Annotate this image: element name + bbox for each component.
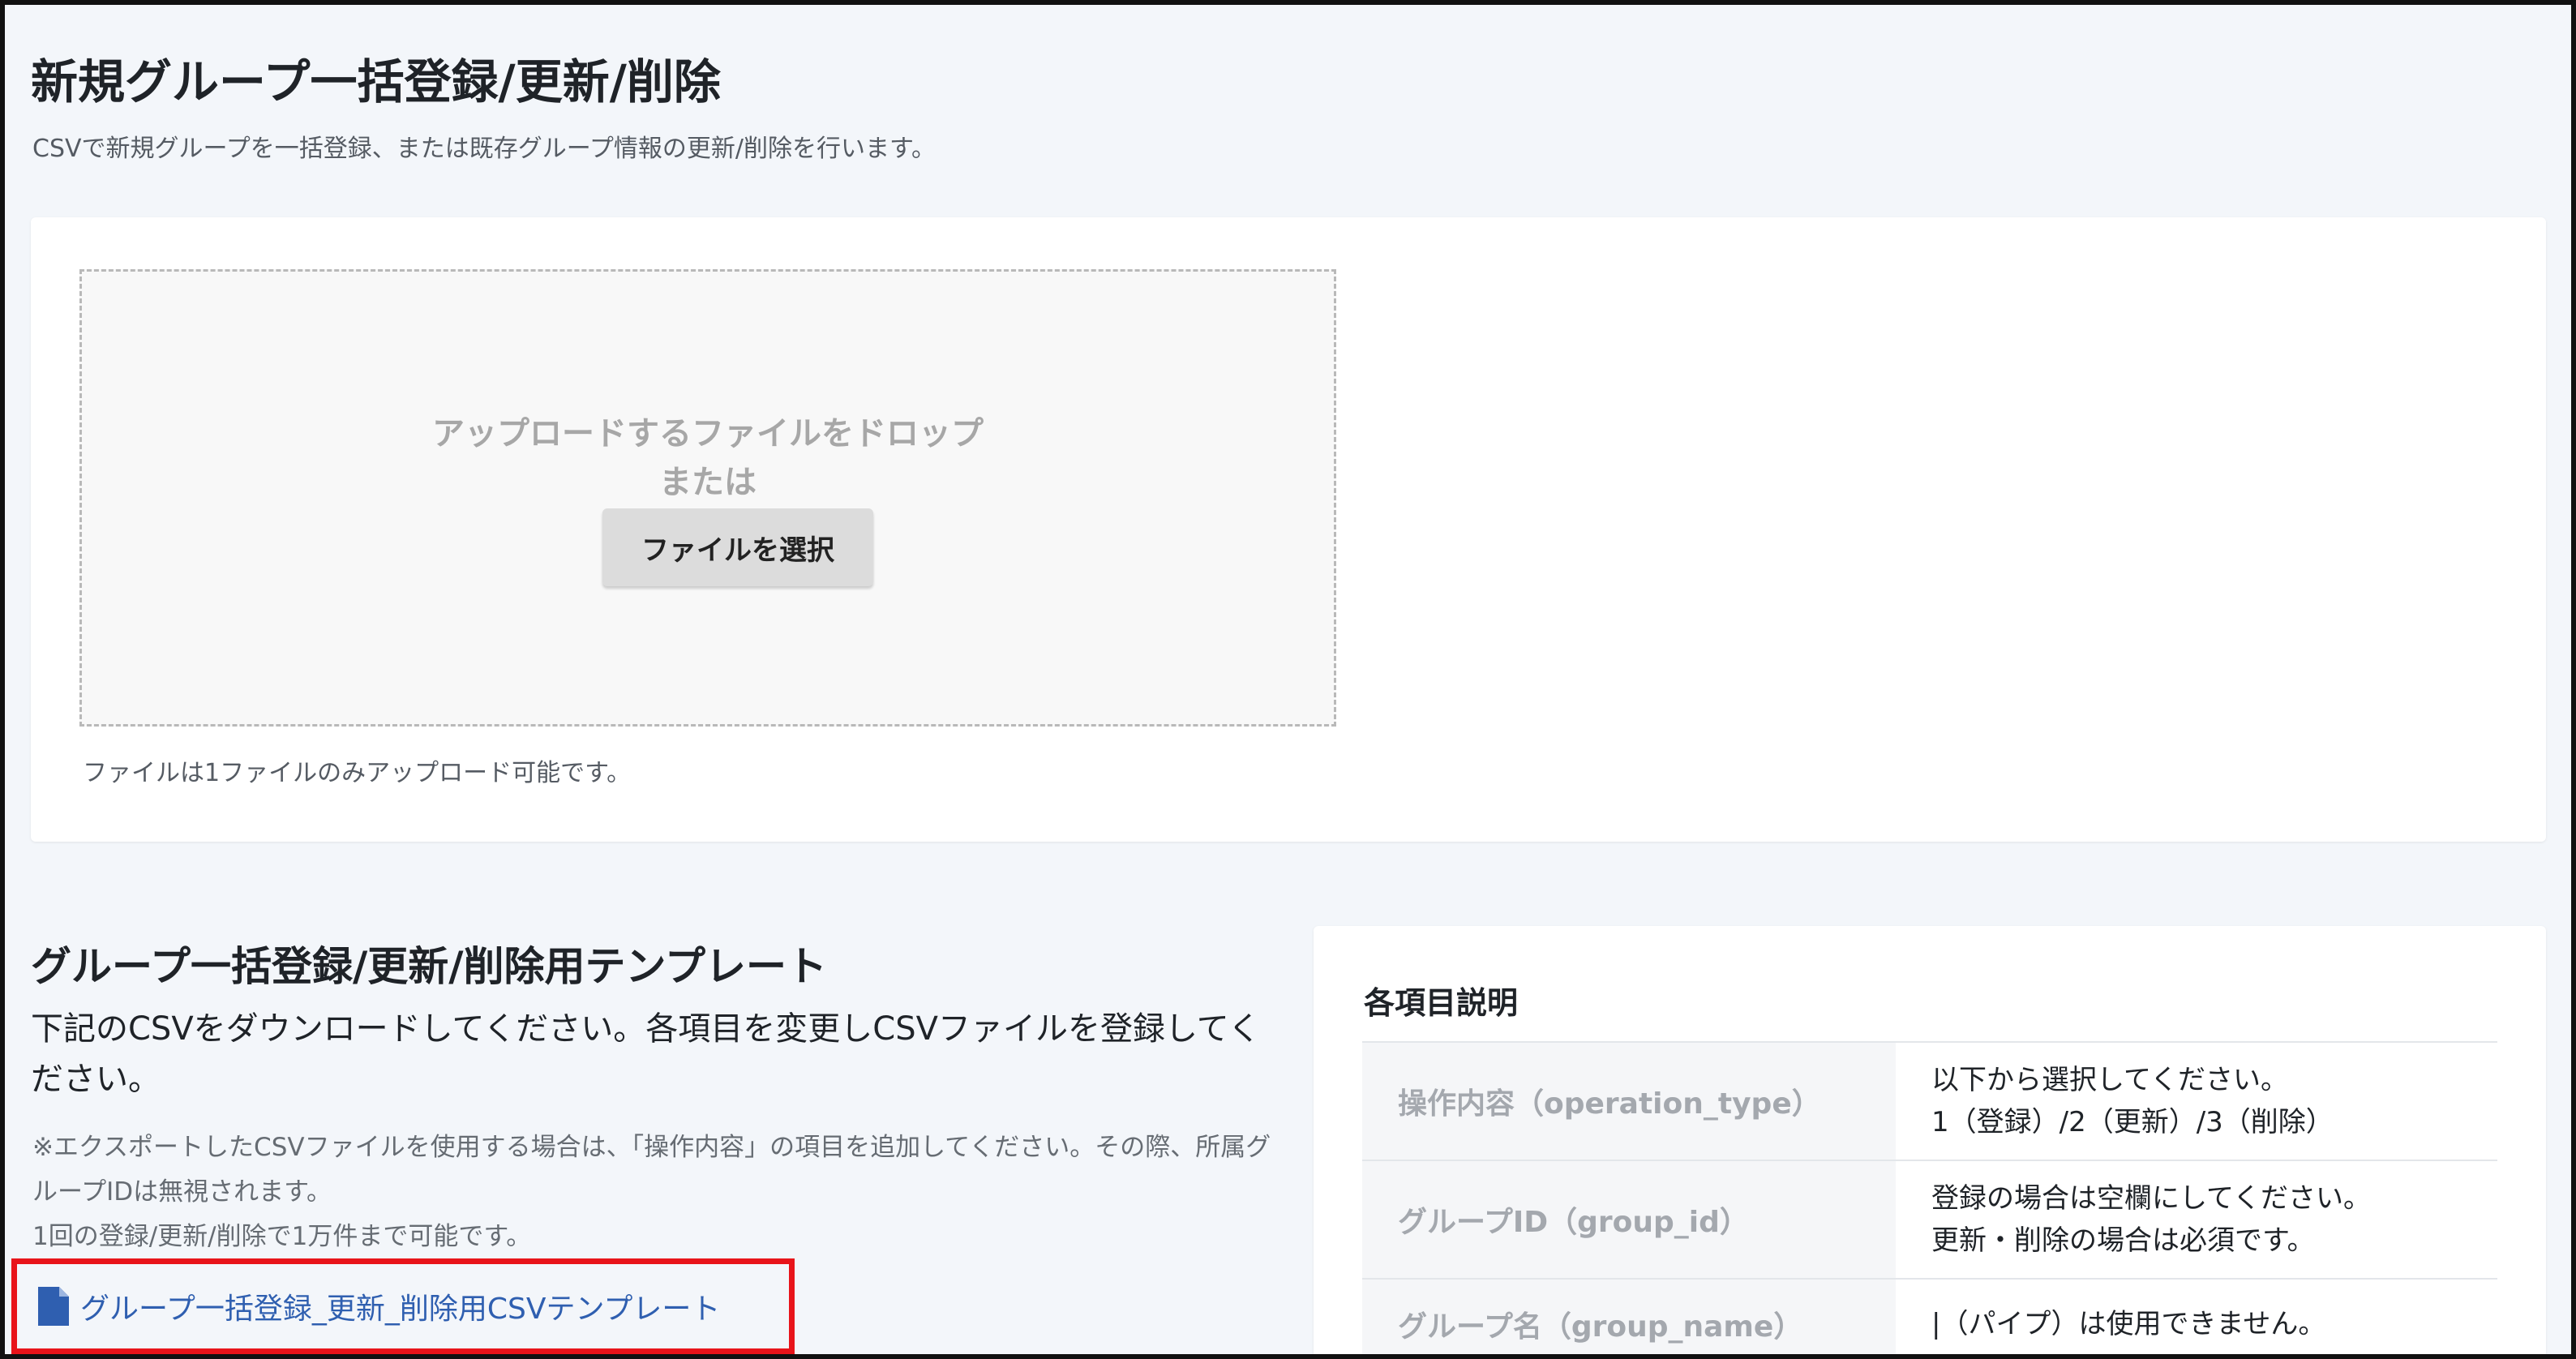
template-section-title: グループ一括登録/更新/削除用テンプレート bbox=[31, 943, 828, 990]
csv-template-link-label: グループ一括登録_更新_削除用CSVテンプレート bbox=[80, 1293, 721, 1326]
field-desc-line: 登録の場合は空欄にしてください。 bbox=[1931, 1182, 2371, 1215]
select-file-button[interactable]: ファイルを選択 bbox=[602, 508, 873, 586]
item-description-title: 各項目説明 bbox=[1364, 985, 1519, 1021]
field-name-group-id: グループID（group_id） bbox=[1362, 1160, 1896, 1279]
template-description: 下記のCSVをダウンロードしてください。各項目を変更しCSVファイルを登録してく… bbox=[31, 1010, 1261, 1098]
field-desc-line: 1（登録）/2（更新）/3（削除） bbox=[1931, 1106, 2334, 1138]
file-dropzone[interactable]: アップロードするファイルをドロップ または ファイルを選択 bbox=[79, 269, 1336, 727]
drop-instruction: アップロードするファイルをドロップ bbox=[432, 415, 984, 452]
upload-note: ファイルは1ファイルのみアップロード可能です。 bbox=[83, 759, 632, 787]
field-desc-group-name: |（パイプ）は使用できません。 bbox=[1896, 1278, 2497, 1354]
field-desc-group-id: 登録の場合は空欄にしてください。 更新・削除の場合は必須です。 bbox=[1896, 1160, 2497, 1279]
dropzone-text: アップロードするファイルをドロップ または bbox=[82, 409, 1334, 507]
template-note-limit: 1回の登録/更新/削除で1万件まで可能です。 bbox=[32, 1222, 532, 1251]
field-name-operation-type: 操作内容（operation_type） bbox=[1362, 1041, 1896, 1160]
csv-template-download-link[interactable]: グループ一括登録_更新_削除用CSVテンプレート bbox=[38, 1285, 720, 1327]
item-description-card: 各項目説明 操作内容（operation_type） 以下から選択してください。… bbox=[1314, 926, 2546, 1354]
field-desc-operation-type: 以下から選択してください。 1（登録）/2（更新）/3（削除） bbox=[1896, 1041, 2497, 1160]
table-row: 操作内容（operation_type） 以下から選択してください。 1（登録）… bbox=[1362, 1041, 2497, 1160]
field-name-group-name: グループ名（group_name） bbox=[1362, 1278, 1896, 1354]
page-description: CSVで新規グループを一括登録、または既存グループ情報の更新/削除を行います。 bbox=[32, 135, 937, 163]
upload-card: アップロードするファイルをドロップ または ファイルを選択 ファイルは1ファイル… bbox=[31, 217, 2546, 842]
field-desc-line: 更新・削除の場合は必須です。 bbox=[1931, 1224, 2315, 1257]
table-row: グループID（group_id） 登録の場合は空欄にしてください。 更新・削除の… bbox=[1362, 1160, 2497, 1279]
drop-or-label: または bbox=[659, 464, 757, 501]
template-link-highlight: グループ一括登録_更新_削除用CSVテンプレート bbox=[11, 1258, 795, 1354]
app-window: 新規グループ一括登録/更新/削除 CSVで新規グループを一括登録、または既存グル… bbox=[0, 0, 2576, 1359]
table-row: グループ名（group_name） |（パイプ）は使用できません。 bbox=[1362, 1278, 2497, 1354]
field-desc-line: 以下から選択してください。 bbox=[1931, 1064, 2288, 1096]
page-title: 新規グループ一括登録/更新/削除 bbox=[31, 54, 721, 109]
document-icon bbox=[38, 1287, 69, 1326]
template-note-export: ※エクスポートしたCSVファイルを使用する場合は、「操作内容」の項目を追加してく… bbox=[32, 1133, 1271, 1207]
template-notes: ※エクスポートしたCSVファイルを使用する場合は、「操作内容」の項目を追加してく… bbox=[32, 1125, 1281, 1259]
item-description-table: 操作内容（operation_type） 以下から選択してください。 1（登録）… bbox=[1362, 1041, 2497, 1354]
field-desc-line: |（パイプ）は使用できません。 bbox=[1931, 1307, 2326, 1340]
